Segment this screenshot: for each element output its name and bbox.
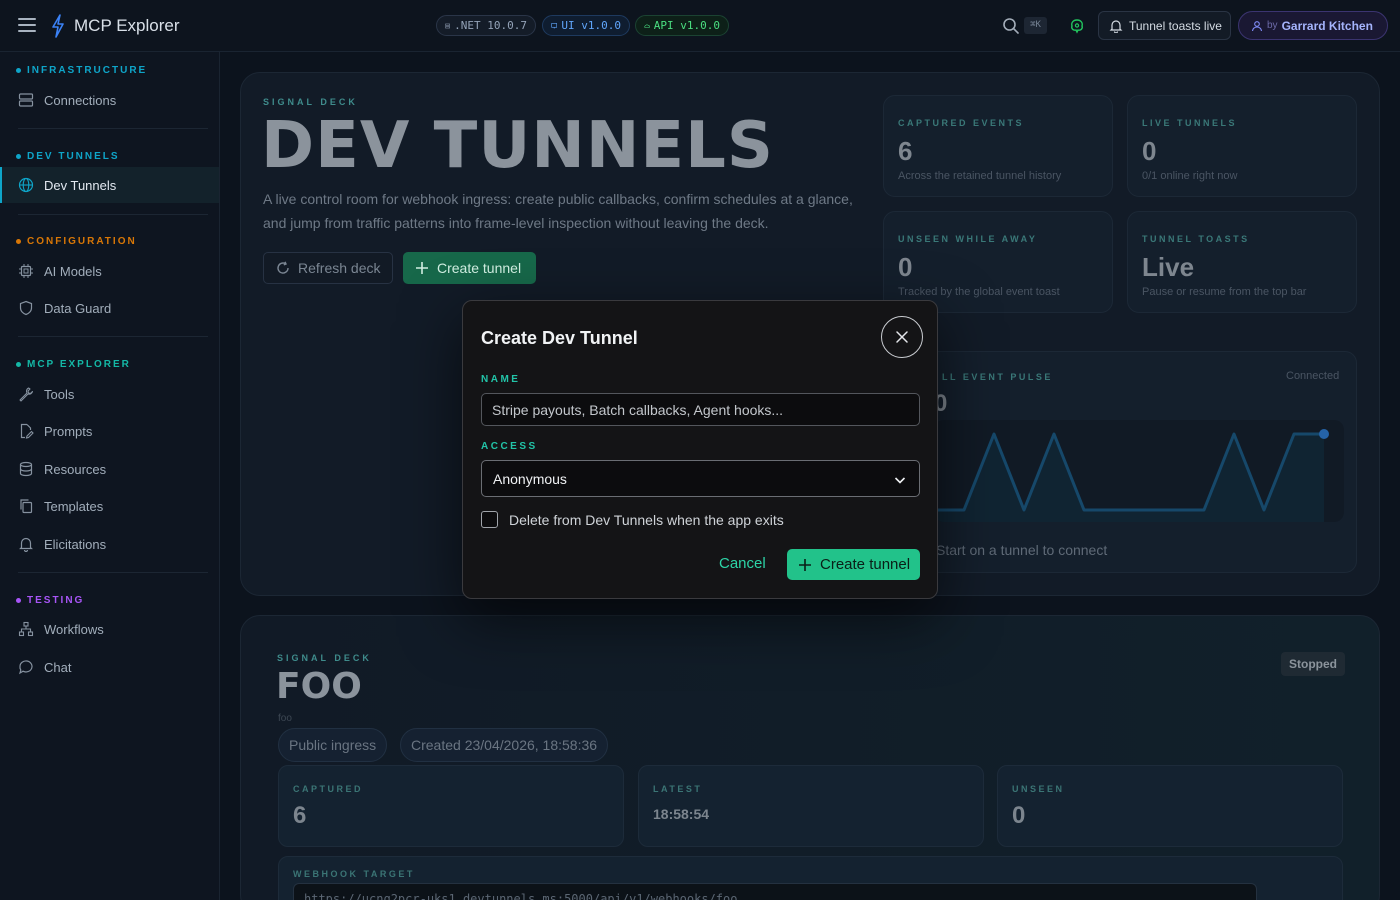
- section-configuration: CONFIGURATION: [16, 236, 137, 247]
- server-icon: [18, 93, 34, 107]
- pulse-hint: Start on a tunnel to connect: [936, 542, 1108, 558]
- stat-unseen-while-away: UNSEEN WHILE AWAY 0 Tracked by the globa…: [883, 211, 1113, 313]
- sidebar-item-templates[interactable]: Templates: [0, 488, 219, 524]
- tunnel-stat-latest: LATEST 18:58:54: [638, 765, 984, 847]
- delete-on-exit-checkbox[interactable]: [481, 511, 498, 528]
- tunnel-eyebrow: SIGNAL DECK: [277, 653, 372, 663]
- sidebar-item-prompts[interactable]: Prompts: [0, 413, 219, 449]
- ui-version-pill: UI v1.0.0: [542, 15, 630, 36]
- stat-tunnel-toasts: TUNNEL TOASTS Live Pause or resume from …: [1127, 211, 1357, 313]
- chip-created-date: Created 23/04/2026, 18:58:36: [400, 728, 609, 762]
- search-shortcut: ⌘K: [1024, 17, 1047, 34]
- access-label: ACCESS: [481, 441, 538, 452]
- pulse-status: Connected: [1286, 370, 1340, 382]
- refresh-deck-button[interactable]: Refresh deck: [263, 252, 393, 284]
- access-selected-value: Anonymous: [493, 470, 567, 487]
- user-icon: [1251, 20, 1263, 31]
- stat-captured-events: CAPTURED EVENTS 6 Across the retained tu…: [883, 95, 1113, 197]
- tunnel-subname: foo: [278, 713, 292, 724]
- delete-on-exit-row[interactable]: Delete from Dev Tunnels when the app exi…: [481, 511, 784, 528]
- api-version-pill: API v1.0.0: [635, 15, 729, 36]
- bolt-icon: [52, 14, 64, 38]
- plus-icon: [799, 558, 811, 571]
- section-mcp-explorer: MCP EXPLORER: [16, 359, 131, 370]
- pulse-chart-area: [934, 420, 1344, 522]
- net-version-pill: .NET 10.0.7: [436, 15, 536, 36]
- sidebar-item-tools[interactable]: Tools: [0, 376, 219, 412]
- sidebar-divider: [18, 128, 208, 129]
- bell-icon: [19, 537, 33, 552]
- monitor-icon: [551, 22, 558, 29]
- tunnel-name-input[interactable]: [481, 393, 920, 426]
- user-name: Garrard Kitchen: [1281, 18, 1373, 33]
- pulse-label: LL EVENT PULSE: [942, 372, 1053, 382]
- sidebar-item-elicitations[interactable]: Elicitations: [0, 526, 219, 562]
- search-icon[interactable]: [1002, 17, 1020, 35]
- section-dev-tunnels: DEV TUNNELS: [16, 151, 120, 162]
- sidebar-item-data-guard[interactable]: Data Guard: [0, 290, 219, 326]
- cloud-icon: [644, 24, 650, 28]
- globe-icon: [18, 177, 34, 193]
- tunnel-stat-captured: CAPTURED 6: [278, 765, 624, 847]
- create-dev-tunnel-dialog: Create Dev Tunnel NAME ACCESS Anonymous …: [462, 300, 938, 599]
- user-prefix: by: [1267, 20, 1278, 31]
- chip-public-ingress: Public ingress: [278, 728, 388, 762]
- create-tunnel-button[interactable]: Create tunnel: [403, 252, 536, 284]
- close-button[interactable]: [881, 316, 923, 358]
- sidebar: INFRASTRUCTURE Connections DEV TUNNELS D…: [0, 52, 220, 900]
- tunnel-name: FOO: [276, 666, 362, 707]
- sidebar-item-resources[interactable]: Resources: [0, 451, 219, 487]
- delete-on-exit-label: Delete from Dev Tunnels when the app exi…: [509, 511, 784, 528]
- user-menu-button[interactable]: by Garrard Kitchen: [1238, 11, 1388, 40]
- network-icon: [18, 621, 34, 637]
- section-infrastructure: INFRASTRUCTURE: [16, 65, 147, 76]
- dialog-title: Create Dev Tunnel: [481, 328, 638, 348]
- close-icon: [896, 331, 908, 343]
- deck-eyebrow: SIGNAL DECK: [263, 97, 358, 107]
- tunnel-stat-unseen: UNSEEN 0: [997, 765, 1343, 847]
- dialog-create-tunnel-button[interactable]: Create tunnel: [787, 549, 920, 580]
- section-testing: TESTING: [16, 595, 84, 606]
- menu-icon[interactable]: [18, 18, 36, 34]
- sidebar-divider: [18, 336, 208, 337]
- name-label: NAME: [481, 374, 521, 385]
- brain-icon[interactable]: [1068, 17, 1086, 35]
- top-bar: MCP Explorer .NET 10.0.7 UI v1.0.0 API v…: [0, 0, 1400, 52]
- chevron-down-icon: [894, 477, 906, 484]
- tunnel-toasts-button[interactable]: Tunnel toasts live: [1098, 11, 1231, 40]
- sidebar-divider: [18, 572, 208, 573]
- access-select[interactable]: Anonymous: [481, 460, 920, 497]
- file-edit-icon: [20, 423, 34, 439]
- deck-description: A live control room for webhook ingress:…: [263, 191, 853, 231]
- database-icon: [19, 461, 33, 477]
- sidebar-item-dev-tunnels[interactable]: Dev Tunnels: [0, 167, 219, 203]
- refresh-icon: [277, 261, 289, 274]
- sidebar-item-chat[interactable]: Chat: [0, 649, 219, 685]
- copy-icon: [20, 499, 33, 514]
- shield-icon: [19, 300, 33, 316]
- sidebar-divider: [18, 214, 208, 215]
- tunnel-panel: SIGNAL DECK FOO foo Stopped Public ingre…: [240, 615, 1380, 900]
- chat-icon: [19, 660, 33, 675]
- status-badge: Stopped: [1281, 652, 1345, 676]
- webhook-url-field[interactable]: https://ucnq2pcr-uks1.devtunnels.ms:5000…: [293, 883, 1257, 900]
- sidebar-item-connections[interactable]: Connections: [0, 82, 219, 118]
- page-title: DEV TUNNELS: [261, 109, 774, 183]
- pulse-latest-point: [1319, 429, 1329, 439]
- wrench-icon: [19, 387, 34, 402]
- sidebar-item-ai-models[interactable]: AI Models: [0, 253, 219, 289]
- event-pulse-card: LL EVENT PULSE Connected 0 Start on a tu…: [883, 351, 1357, 573]
- cancel-button[interactable]: Cancel: [719, 555, 766, 572]
- sidebar-item-workflows[interactable]: Workflows: [0, 611, 219, 647]
- app-title: MCP Explorer: [74, 16, 180, 35]
- server-icon: [445, 23, 450, 28]
- webhook-label: WEBHOOK TARGET: [293, 869, 415, 879]
- stat-live-tunnels: LIVE TUNNELS 0 0/1 online right now: [1127, 95, 1357, 197]
- bell-icon: [1109, 19, 1123, 33]
- cpu-icon: [19, 264, 33, 278]
- pulse-chart: [934, 429, 1329, 522]
- plus-icon: [416, 262, 428, 274]
